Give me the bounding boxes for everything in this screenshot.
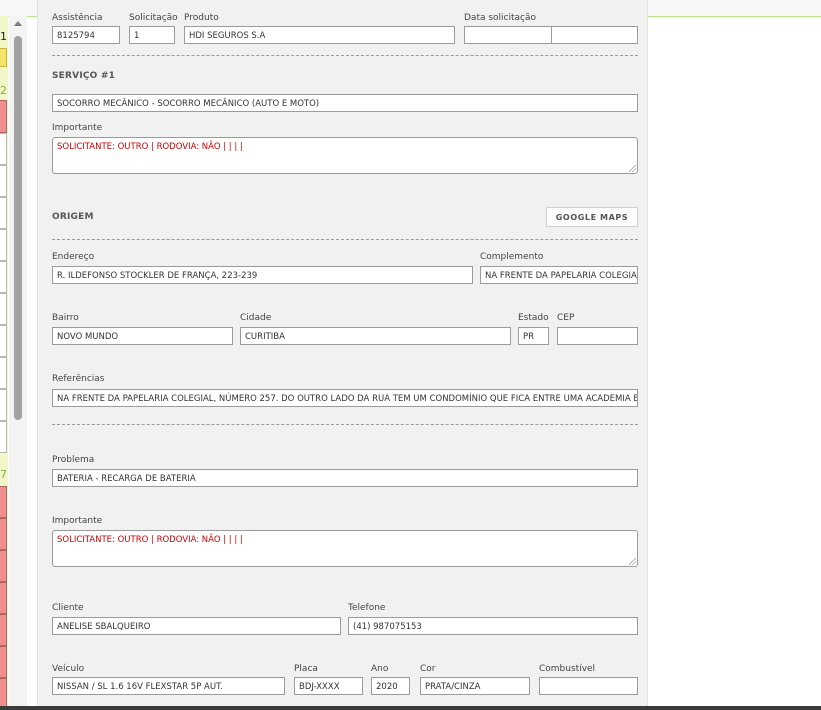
left-list-item[interactable] xyxy=(0,165,7,197)
left-list-item[interactable] xyxy=(0,614,7,646)
problem-importante-text: SOLICITANTE: OUTRO | RODOVIA: NÃO | | | … xyxy=(57,535,243,545)
left-list-item[interactable] xyxy=(0,229,7,261)
left-list-item[interactable] xyxy=(0,646,7,678)
problema-label: Problema xyxy=(52,455,95,465)
data-solicitacao-time-field[interactable] xyxy=(551,26,638,44)
estado-field[interactable]: PR xyxy=(518,327,549,345)
problema-field[interactable]: BATERIA - RECARGA DE BATERIA xyxy=(52,469,638,487)
service-importante-textarea[interactable]: SOLICITANTE: OUTRO | RODOVIA: NÃO | | | … xyxy=(52,137,638,174)
service-heading: SERVIÇO #1 xyxy=(52,71,116,81)
cep-field[interactable] xyxy=(557,327,638,345)
veiculo-field[interactable]: NISSAN / SL 1.6 16V FLEXSTAR 5P AUT. xyxy=(52,677,285,695)
placa-label: Placa xyxy=(294,664,318,674)
left-list-item[interactable] xyxy=(0,261,7,293)
left-list-item[interactable] xyxy=(0,421,7,453)
telefone-field[interactable]: (41) 987075153 xyxy=(348,617,638,635)
endereco-label: Endereço xyxy=(52,252,95,262)
left-list-item[interactable] xyxy=(0,582,7,614)
cep-label: CEP xyxy=(557,313,575,323)
left-list-item[interactable] xyxy=(0,100,7,133)
telefone-label: Telefone xyxy=(348,603,386,613)
produto-field[interactable]: HDI SEGUROS S.A xyxy=(184,26,455,44)
cidade-label: Cidade xyxy=(240,313,272,323)
ano-label: Ano xyxy=(371,664,389,674)
assistencia-label: Assistência xyxy=(52,13,103,23)
left-list-item[interactable] xyxy=(0,678,7,708)
google-maps-button[interactable]: GOOGLE MAPS xyxy=(546,207,638,227)
complemento-field[interactable]: NA FRENTE DA PAPELARIA COLEGIAL xyxy=(480,266,638,284)
service-field[interactable]: SOCORRO MECÂNICO - SOCORRO MECÂNICO (AUT… xyxy=(52,94,638,112)
problem-importante-textarea[interactable]: SOLICITANTE: OUTRO | RODOVIA: NÃO | | | … xyxy=(52,530,638,567)
veiculo-label: Veículo xyxy=(52,664,85,674)
placa-field[interactable]: BDJ-XXXX xyxy=(294,677,363,695)
left-list-item[interactable] xyxy=(0,518,7,550)
referencias-field[interactable]: NA FRENTE DA PAPELARIA COLEGIAL, NÚMERO … xyxy=(52,389,638,407)
origem-heading: ORIGEM xyxy=(52,212,94,222)
bottom-taskbar-strip xyxy=(0,706,821,710)
left-list-item[interactable] xyxy=(0,48,7,67)
section-divider xyxy=(52,424,638,425)
section-divider xyxy=(52,239,638,240)
left-list-item[interactable] xyxy=(0,389,7,421)
left-list-item[interactable] xyxy=(0,197,7,229)
endereco-field[interactable]: R. ILDEFONSO STOCKLER DE FRANÇA, 223-239 xyxy=(52,266,473,284)
resize-grip-icon[interactable] xyxy=(629,558,636,565)
left-list-item[interactable] xyxy=(0,325,7,357)
cliente-field[interactable]: ANELISE SBALQUEIRO xyxy=(52,617,341,635)
estado-label: Estado xyxy=(518,313,549,323)
cor-field[interactable]: PRATA/CINZA xyxy=(420,677,530,695)
left-list-item[interactable] xyxy=(0,133,7,165)
scroll-up-arrow-icon[interactable] xyxy=(14,21,22,26)
scrollbar-thumb[interactable] xyxy=(14,36,22,420)
left-list-item[interactable] xyxy=(0,486,7,518)
left-list-item[interactable] xyxy=(0,293,7,325)
service-form-panel: Assistência 8125794 Solicitação 1 Produt… xyxy=(37,0,648,710)
left-list-item[interactable] xyxy=(0,550,7,582)
assistencia-field[interactable]: 8125794 xyxy=(52,26,120,44)
complemento-label: Complemento xyxy=(480,252,544,262)
section-divider xyxy=(52,55,638,56)
cidade-field[interactable]: CURITIBA xyxy=(240,327,511,345)
bairro-label: Bairro xyxy=(52,313,79,323)
left-list-item[interactable] xyxy=(0,357,7,389)
cor-label: Cor xyxy=(420,664,436,674)
ano-field[interactable]: 2020 xyxy=(371,677,410,695)
solicitacao-label: Solicitação xyxy=(129,13,178,23)
data-solicitacao-date-field[interactable] xyxy=(464,26,552,44)
data-solicitacao-label: Data solicitação xyxy=(464,13,537,23)
solicitacao-field[interactable]: 1 xyxy=(129,26,175,44)
produto-label: Produto xyxy=(184,13,219,23)
left-list-number: 1 xyxy=(0,30,7,43)
problem-importante-label: Importante xyxy=(52,516,103,526)
service-importante-label: Importante xyxy=(52,123,103,133)
referencias-label: Referências xyxy=(52,374,105,384)
service-importante-text: SOLICITANTE: OUTRO | RODOVIA: NÃO | | | … xyxy=(57,142,243,152)
resize-grip-icon[interactable] xyxy=(629,165,636,172)
bairro-field[interactable]: NOVO MUNDO xyxy=(52,327,233,345)
combustivel-label: Combustível xyxy=(539,664,596,674)
vertical-scrollbar[interactable] xyxy=(9,16,27,710)
left-list-number: 2 xyxy=(0,84,7,97)
left-list-number: 7 xyxy=(0,468,7,481)
combustivel-field[interactable] xyxy=(539,677,638,695)
cliente-label: Cliente xyxy=(52,603,84,613)
